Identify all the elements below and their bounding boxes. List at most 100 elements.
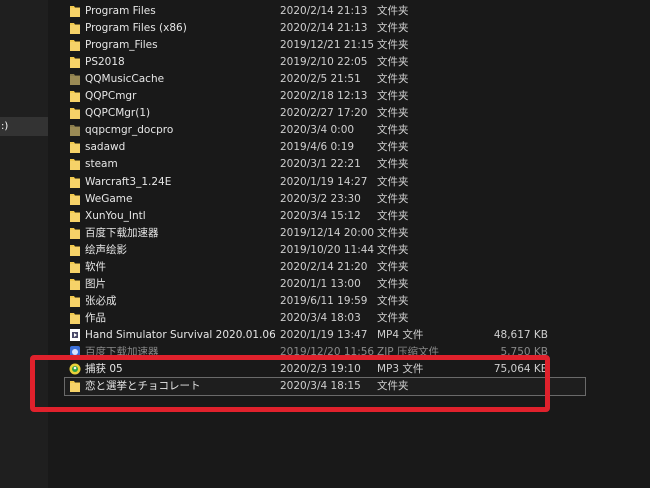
folder-icon	[69, 192, 81, 206]
file-date: 2020/1/19 13:47	[280, 328, 368, 341]
folder-icon	[69, 226, 81, 240]
file-row[interactable]: 绘声绘影 2019/10/20 11:44 文件夹	[65, 242, 585, 259]
folder-icon	[69, 140, 81, 154]
file-size: 48,617 KB	[493, 328, 548, 341]
folder-icon	[69, 311, 81, 325]
folder-dim-icon	[69, 123, 81, 137]
file-type: 文件夹	[377, 294, 409, 307]
file-row[interactable]: Program Files (x86) 2020/2/14 21:13 文件夹	[65, 20, 585, 37]
file-row[interactable]: 百度下载加速器 2019/12/14 20:00 文件夹	[65, 225, 585, 242]
file-date: 2020/3/1 22:21	[280, 158, 361, 171]
file-date: 2020/3/4 18:15	[280, 380, 361, 393]
file-name: Program Files (x86)	[85, 22, 187, 35]
file-date: 2020/2/14 21:13	[280, 22, 368, 35]
folder-icon	[69, 277, 81, 291]
file-row[interactable]: 作品 2020/3/4 18:03 文件夹	[65, 310, 585, 327]
file-name: Warcraft3_1.24E	[85, 175, 172, 188]
file-type: 文件夹	[377, 90, 409, 103]
file-type: 文件夹	[377, 124, 409, 137]
file-date: 2020/3/4 15:12	[280, 209, 361, 222]
folder-icon	[69, 175, 81, 189]
nav-item-selected[interactable]: :)	[0, 117, 48, 136]
file-date: 2020/3/4 0:00	[280, 124, 355, 137]
file-type: MP4 文件	[377, 328, 424, 341]
file-date: 2020/3/4 18:03	[280, 311, 361, 324]
file-row[interactable]: XunYou_Intl 2020/3/4 15:12 文件夹	[65, 208, 585, 225]
file-row[interactable]: 图片 2020/1/1 13:00 文件夹	[65, 276, 585, 293]
file-name: 恋と選挙とチョコレート	[85, 380, 201, 393]
folder-icon	[69, 260, 81, 274]
navigation-pane[interactable]: :)	[0, 0, 49, 488]
folder-icon	[69, 294, 81, 308]
file-date: 2019/4/6 0:19	[280, 141, 355, 154]
file-name: Hand Simulator Survival 2020.01.06 - ...	[85, 328, 275, 341]
file-name: Program Files	[85, 5, 156, 17]
audio-file-icon	[69, 362, 81, 376]
file-row[interactable]: Warcraft3_1.24E 2020/1/19 14:27 文件夹	[65, 174, 585, 191]
file-name: PS2018	[85, 56, 125, 69]
file-type: 文件夹	[377, 158, 409, 171]
file-name: 百度下载加速器	[85, 226, 159, 239]
file-row[interactable]: 软件 2020/2/14 21:20 文件夹	[65, 259, 585, 276]
file-name: 图片	[85, 277, 106, 290]
file-date: 2020/2/14 21:20	[280, 260, 368, 273]
file-row[interactable]: Program_Files 2019/12/21 21:15 文件夹	[65, 37, 585, 54]
file-row[interactable]: PS2018 2019/2/10 22:05 文件夹	[65, 54, 585, 71]
file-date: 2020/2/5 21:51	[280, 73, 361, 86]
folder-icon	[69, 89, 81, 103]
file-type: 文件夹	[377, 56, 409, 69]
file-type: MP3 文件	[377, 363, 424, 376]
file-date: 2020/2/3 19:10	[280, 363, 361, 376]
folder-icon	[69, 38, 81, 52]
file-row[interactable]: QQMusicCache 2020/2/5 21:51 文件夹	[65, 71, 585, 88]
folder-icon	[69, 379, 81, 393]
file-name: Program_Files	[85, 39, 158, 52]
file-row[interactable]: 张必成 2019/6/11 19:59 文件夹	[65, 293, 585, 310]
file-date: 2020/1/1 13:00	[280, 277, 361, 290]
file-type: 文件夹	[377, 73, 409, 86]
file-row[interactable]: sadawd 2019/4/6 0:19 文件夹	[65, 139, 585, 156]
file-type: 文件夹	[377, 277, 409, 290]
file-name: steam	[85, 158, 118, 171]
file-row[interactable]: QQPCmgr 2020/2/18 12:13 文件夹	[65, 88, 585, 105]
file-row[interactable]: QQPCMgr(1) 2020/2/27 17:20 文件夹	[65, 105, 585, 122]
file-type: 文件夹	[377, 260, 409, 273]
folder-dim-icon	[69, 72, 81, 86]
file-row[interactable]: Hand Simulator Survival 2020.01.06 - ...…	[65, 327, 585, 344]
file-date: 2020/1/19 14:27	[280, 175, 368, 188]
file-row[interactable]: Program Files 2020/2/14 21:13 文件夹	[65, 3, 585, 20]
file-row[interactable]: 百度下载加速器 2019/12/20 11:56 ZIP 压缩文件 5,750 KB	[65, 344, 585, 361]
file-date: 2019/10/20 11:44	[280, 243, 375, 256]
file-type: 文件夹	[377, 175, 409, 188]
file-row[interactable]: qqpcmgr_docpro 2020/3/4 0:00 文件夹	[65, 122, 585, 139]
file-type: 文件夹	[377, 311, 409, 324]
folder-icon	[69, 106, 81, 120]
file-type: 文件夹	[377, 209, 409, 222]
file-name: 作品	[85, 311, 106, 324]
file-name: 绘声绘影	[85, 243, 127, 256]
file-date: 2020/3/2 23:30	[280, 192, 361, 205]
folder-icon	[69, 209, 81, 223]
file-type: 文件夹	[377, 22, 409, 35]
file-row[interactable]: WeGame 2020/3/2 23:30 文件夹	[65, 191, 585, 208]
file-row[interactable]: 恋と選挙とチョコレート 2020/3/4 18:15 文件夹	[64, 377, 586, 397]
file-type: 文件夹	[377, 226, 409, 239]
file-date: 2019/12/21 21:15	[280, 39, 375, 52]
file-row[interactable]: steam 2020/3/1 22:21 文件夹	[65, 156, 585, 173]
file-name: QQPCmgr	[85, 90, 137, 103]
file-date: 2019/12/14 20:00	[280, 226, 375, 239]
file-name: XunYou_Intl	[85, 209, 146, 222]
folder-icon	[69, 55, 81, 69]
file-type: 文件夹	[377, 243, 409, 256]
video-file-icon	[69, 328, 81, 342]
file-date: 2020/2/18 12:13	[280, 90, 368, 103]
zip-file-icon	[69, 345, 81, 359]
file-name: 百度下载加速器	[85, 346, 159, 358]
file-type: 文件夹	[377, 141, 409, 154]
file-name: QQMusicCache	[85, 73, 165, 86]
file-row[interactable]: 捕获 05 2020/2/3 19:10 MP3 文件 75,064 KB	[65, 361, 585, 378]
file-name: 张必成	[85, 294, 117, 307]
file-type: 文件夹	[377, 380, 409, 393]
file-name: 软件	[85, 260, 106, 273]
file-size: 5,750 KB	[500, 346, 549, 358]
